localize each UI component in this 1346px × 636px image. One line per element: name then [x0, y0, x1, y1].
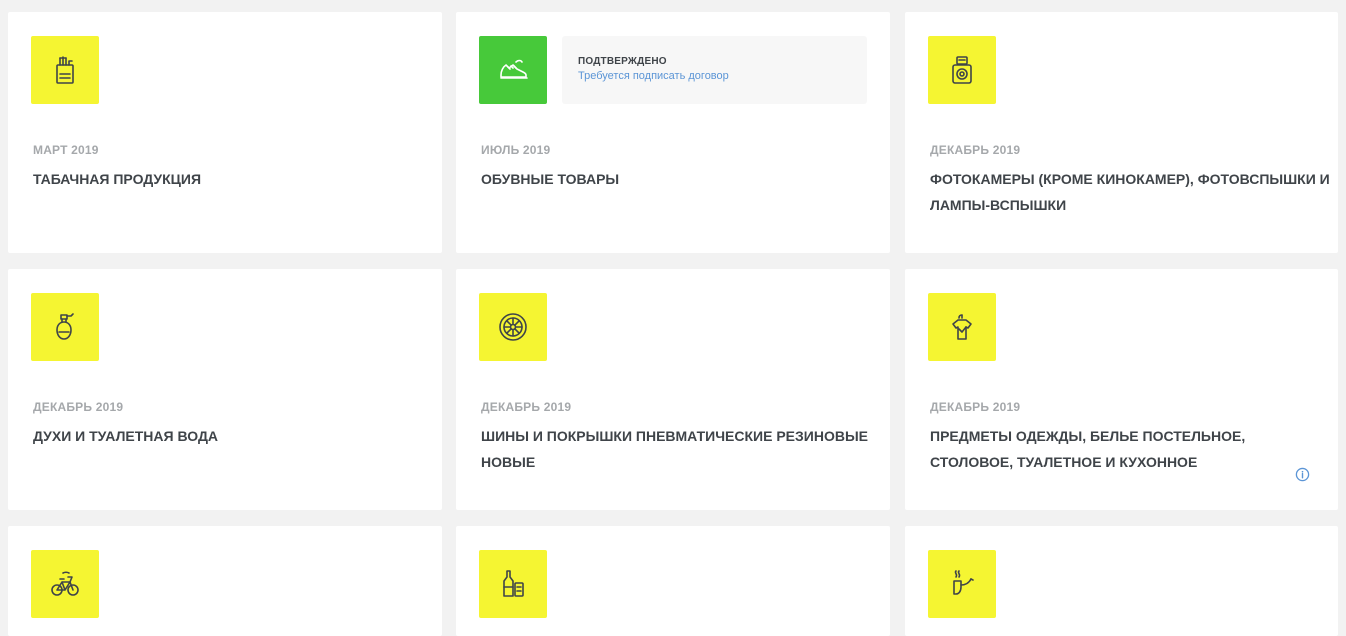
category-card-cameras[interactable]: ДЕКАБРЬ 2019 ФОТОКАМЕРЫ (КРОМЕ КИНОКАМЕР… [905, 12, 1338, 253]
card-title: ОБУВНЫЕ ТОВАРЫ [481, 171, 620, 187]
perfume-icon [31, 293, 99, 361]
card-date: ИЮЛЬ 2019 [481, 143, 551, 157]
tire-icon [479, 293, 547, 361]
card-title: ФОТОКАМЕРЫ (КРОМЕ КИНОКАМЕР), ФОТОВСПЫШК… [930, 171, 1330, 213]
category-card-shoes[interactable]: ПОДТВЕРЖДЕНО Требуется подписать договор… [456, 12, 890, 253]
card-title: ДУХИ И ТУАЛЕТНАЯ ВОДА [33, 428, 219, 444]
bottles-icon [479, 550, 547, 618]
camera-icon [928, 36, 996, 104]
product-category-grid: МАРТ 2019 ТАБАЧНАЯ ПРОДУКЦИЯ ПОДТВЕРЖДЕН… [0, 0, 1346, 636]
status-label: ПОДТВЕРЖДЕНО [578, 56, 667, 67]
card-date: ДЕКАБРЬ 2019 [33, 400, 124, 414]
card-date: ДЕКАБРЬ 2019 [930, 143, 1021, 157]
category-card-beverages[interactable] [456, 526, 890, 636]
card-date: ДЕКАБРЬ 2019 [930, 400, 1021, 414]
category-card-bicycles[interactable] [8, 526, 442, 636]
category-card-clothing[interactable]: ДЕКАБРЬ 2019 ПРЕДМЕТЫ ОДЕЖДЫ, БЕЛЬЕ ПОСТ… [905, 269, 1338, 510]
category-card-tobacco-pipes[interactable] [905, 526, 1338, 636]
info-icon[interactable] [1295, 467, 1310, 482]
category-card-tobacco[interactable]: МАРТ 2019 ТАБАЧНАЯ ПРОДУКЦИЯ [8, 12, 442, 253]
card-date: МАРТ 2019 [33, 143, 99, 157]
status-box: ПОДТВЕРЖДЕНО Требуется подписать договор [562, 36, 867, 104]
card-title: ПРЕДМЕТЫ ОДЕЖДЫ, БЕЛЬЕ ПОСТЕЛЬНОЕ, СТОЛО… [930, 428, 1246, 470]
card-title: ТАБАЧНАЯ ПРОДУКЦИЯ [33, 171, 202, 187]
smoking-pipe-icon [928, 550, 996, 618]
bicycle-icon [31, 550, 99, 618]
card-title: ШИНЫ И ПОКРЫШКИ ПНЕВМАТИЧЕСКИЕ РЕЗИНОВЫЕ… [481, 428, 868, 470]
card-date: ДЕКАБРЬ 2019 [481, 400, 572, 414]
sign-contract-link[interactable]: Требуется подписать договор [578, 70, 851, 82]
cigarette-pack-icon [31, 36, 99, 104]
category-card-tires[interactable]: ДЕКАБРЬ 2019 ШИНЫ И ПОКРЫШКИ ПНЕВМАТИЧЕС… [456, 269, 890, 510]
shirt-icon [928, 293, 996, 361]
sneaker-icon [479, 36, 547, 104]
category-card-perfume[interactable]: ДЕКАБРЬ 2019 ДУХИ И ТУАЛЕТНАЯ ВОДА [8, 269, 442, 510]
